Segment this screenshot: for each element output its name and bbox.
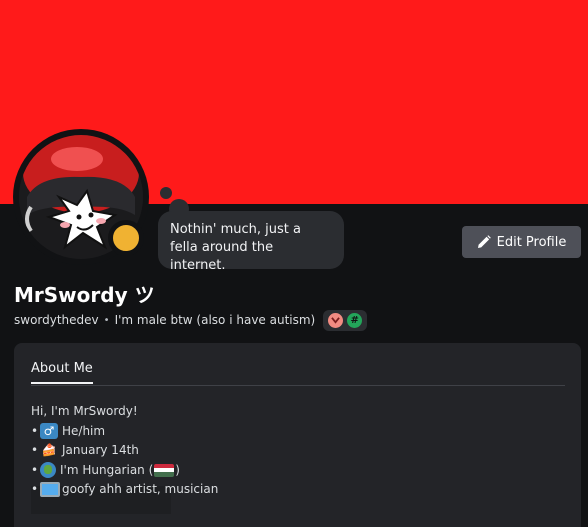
bullet: • bbox=[31, 443, 39, 457]
about-line: Hi, I'm MrSwordy! bbox=[31, 402, 218, 422]
bubble-tail-small bbox=[160, 187, 172, 199]
display-name: MrSwordy ツ bbox=[14, 283, 155, 307]
username[interactable]: swordythedev bbox=[14, 313, 99, 327]
separator: • bbox=[103, 314, 110, 326]
edit-profile-button[interactable]: Edit Profile bbox=[462, 226, 581, 258]
idle-status-icon bbox=[108, 220, 144, 256]
bullet: • bbox=[31, 423, 39, 438]
heart-icon[interactable] bbox=[328, 312, 344, 328]
computer-icon bbox=[40, 482, 60, 498]
profile-panel: About Me Hi, I'm MrSwordy! • ♂ He/him • … bbox=[14, 343, 581, 527]
hashtag-icon[interactable]: # bbox=[347, 312, 363, 328]
bullet: • bbox=[31, 462, 39, 477]
about-line-text-end: ) bbox=[175, 462, 180, 477]
about-line-text: Hi, I'm MrSwordy! bbox=[31, 404, 138, 418]
edit-profile-label: Edit Profile bbox=[496, 234, 567, 250]
about-line: • 🍰 January 14th bbox=[31, 441, 218, 461]
birthday-cake-icon: 🍰 bbox=[41, 443, 57, 457]
custom-status-bubble[interactable]: Nothin' much, just a fella around the in… bbox=[158, 211, 344, 273]
about-line-text: goofy ahh artist, musician bbox=[62, 482, 219, 496]
about-me-content: Hi, I'm MrSwordy! • ♂ He/him • 🍰 January… bbox=[31, 402, 218, 500]
about-line-text: He/him bbox=[62, 423, 106, 438]
bubble-text: Nothin' much, just a fella around the in… bbox=[170, 222, 301, 273]
status-text: I'm male btw (also i have autism) bbox=[114, 313, 316, 327]
tab-divider bbox=[31, 385, 565, 386]
about-line: • I'm Hungarian ( ) bbox=[31, 461, 218, 481]
bullet: • bbox=[31, 482, 39, 496]
globe-icon bbox=[40, 462, 56, 479]
user-subline: swordythedev • I'm male btw (also i have… bbox=[14, 309, 368, 331]
about-line-text: January 14th bbox=[62, 443, 139, 457]
hungary-flag-icon bbox=[154, 463, 175, 477]
about-line: • goofy ahh artist, musician bbox=[31, 480, 218, 500]
pencil-icon bbox=[477, 235, 491, 248]
about-line-text: I'm Hungarian ( bbox=[60, 462, 154, 477]
badge-list: # bbox=[323, 309, 368, 331]
tab-about-me[interactable]: About Me bbox=[31, 361, 93, 384]
about-line: • ♂ He/him bbox=[31, 422, 218, 442]
male-sign-icon: ♂ bbox=[40, 423, 58, 440]
